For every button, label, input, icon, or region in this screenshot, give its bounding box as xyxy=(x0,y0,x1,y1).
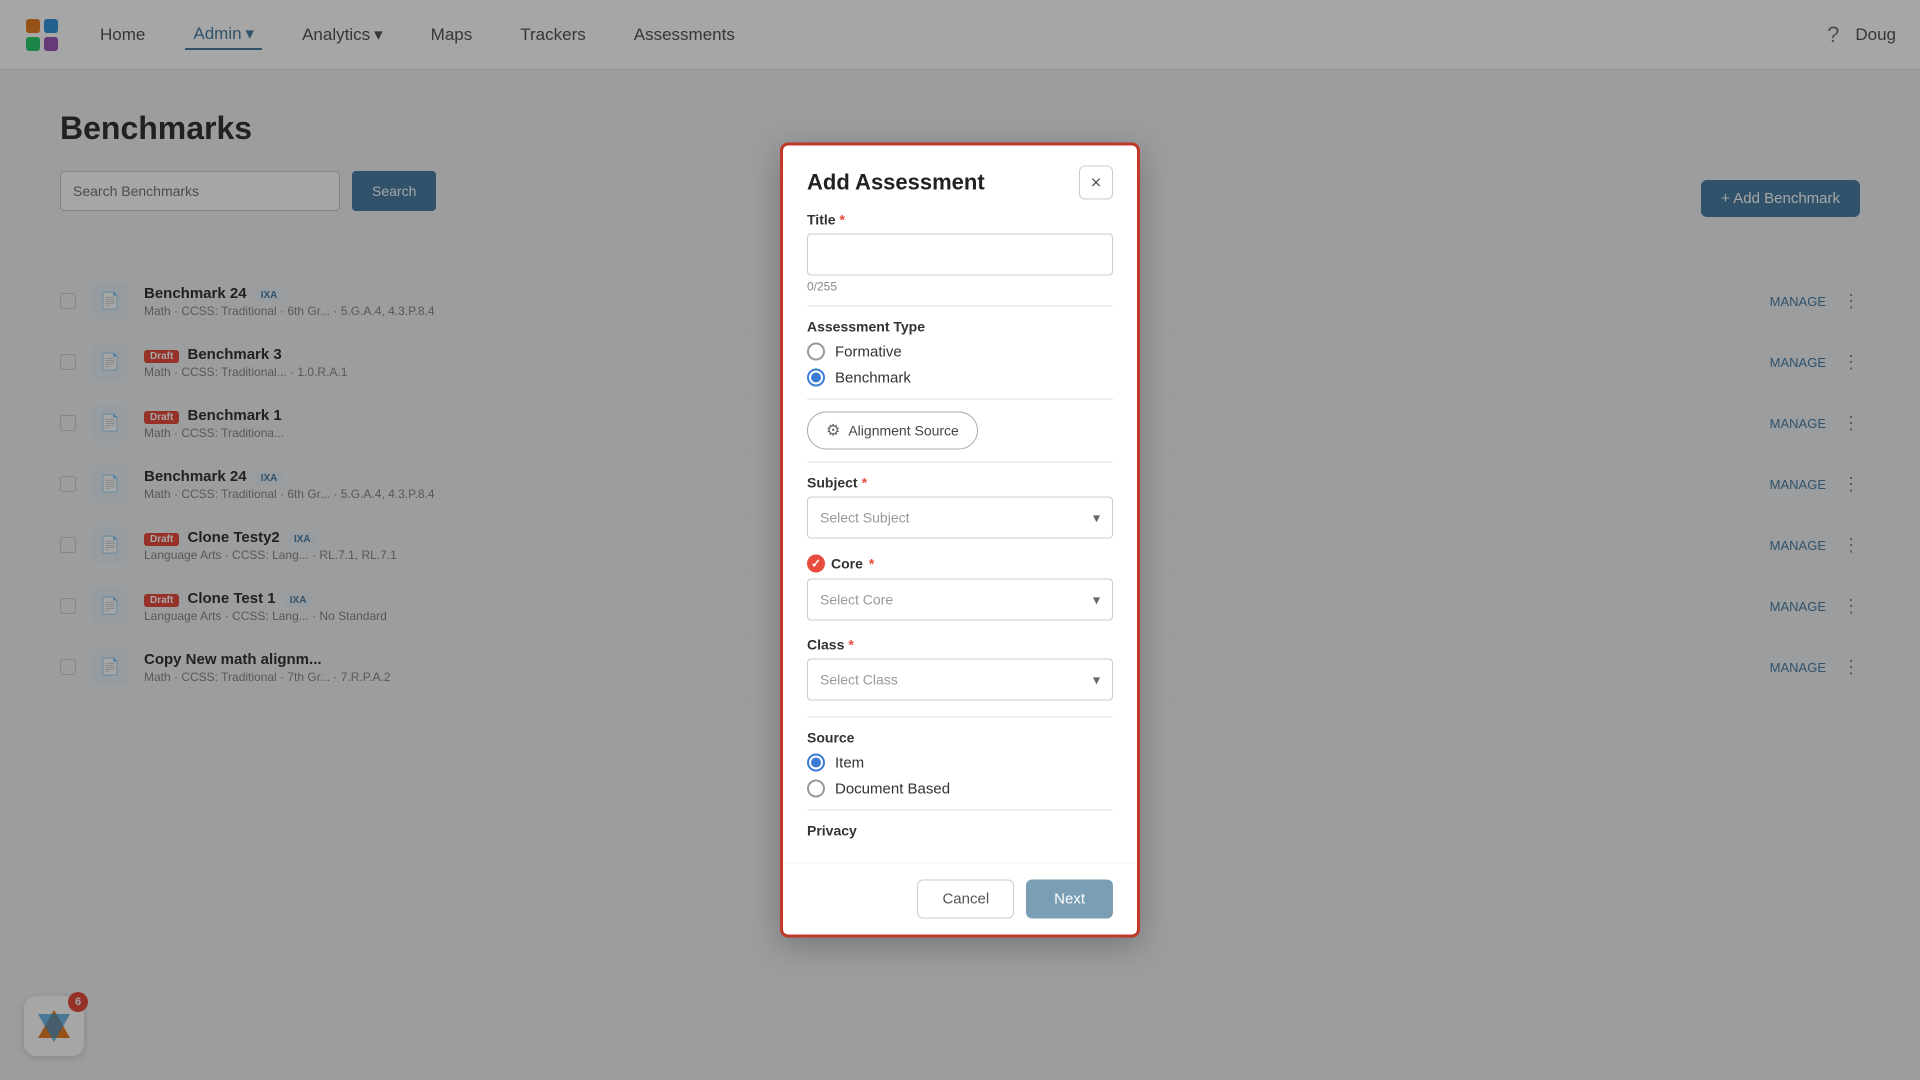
divider-5 xyxy=(807,810,1113,811)
title-field-group: Title * 0/255 xyxy=(807,212,1113,294)
cancel-button[interactable]: Cancel xyxy=(917,880,1014,919)
class-required-marker: * xyxy=(848,637,853,653)
next-button[interactable]: Next xyxy=(1026,880,1113,919)
title-required-marker: * xyxy=(840,212,845,228)
core-field-group: ✓ Core * Select Core ▾ xyxy=(807,555,1113,621)
core-chevron-icon: ▾ xyxy=(1093,591,1100,608)
subject-field-group: Subject * Select Subject ▾ xyxy=(807,475,1113,539)
divider-4 xyxy=(807,717,1113,718)
core-check-icon: ✓ xyxy=(807,555,825,573)
privacy-label: Privacy xyxy=(807,823,1113,839)
subject-required-marker: * xyxy=(862,475,867,491)
divider-3 xyxy=(807,462,1113,463)
subject-chevron-icon: ▾ xyxy=(1093,509,1100,526)
class-select[interactable]: Select Class ▾ xyxy=(807,659,1113,701)
class-chevron-icon: ▾ xyxy=(1093,671,1100,688)
add-assessment-modal: Add Assessment × Title * 0/255 Assessmen… xyxy=(780,143,1140,938)
gear-icon: ⚙ xyxy=(826,421,840,441)
assessment-type-label: Assessment Type xyxy=(807,319,1113,335)
assessment-type-section: Assessment Type Formative Benchmark xyxy=(807,319,1113,387)
radio-item-circle xyxy=(807,754,825,772)
title-label: Title * xyxy=(807,212,1113,228)
assessment-type-radio-group: Formative Benchmark xyxy=(807,343,1113,387)
divider-1 xyxy=(807,306,1113,307)
modal-footer: Cancel Next xyxy=(783,863,1137,935)
class-label: Class * xyxy=(807,637,1113,653)
source-radio-group: Item Document Based xyxy=(807,754,1113,798)
radio-formative-circle xyxy=(807,343,825,361)
title-input[interactable] xyxy=(807,234,1113,276)
source-label: Source xyxy=(807,730,1113,746)
modal-header: Add Assessment × xyxy=(783,146,1137,212)
subject-select[interactable]: Select Subject ▾ xyxy=(807,497,1113,539)
radio-benchmark[interactable]: Benchmark xyxy=(807,369,1113,387)
core-required-marker: * xyxy=(869,556,874,572)
class-field-group: Class * Select Class ▾ xyxy=(807,637,1113,701)
radio-benchmark-circle xyxy=(807,369,825,387)
char-count: 0/255 xyxy=(807,280,1113,294)
core-label: ✓ Core * xyxy=(807,555,1113,573)
radio-item-source[interactable]: Item xyxy=(807,754,1113,772)
divider-2 xyxy=(807,399,1113,400)
core-select[interactable]: Select Core ▾ xyxy=(807,579,1113,621)
subject-label: Subject * xyxy=(807,475,1113,491)
radio-document-circle xyxy=(807,780,825,798)
privacy-section: Privacy xyxy=(807,823,1113,839)
modal-title: Add Assessment xyxy=(807,170,985,196)
modal-body: Title * 0/255 Assessment Type Formative … xyxy=(783,212,1137,863)
radio-formative[interactable]: Formative xyxy=(807,343,1113,361)
radio-document-based[interactable]: Document Based xyxy=(807,780,1113,798)
alignment-source-button[interactable]: ⚙ Alignment Source xyxy=(807,412,978,450)
modal-close-button[interactable]: × xyxy=(1079,166,1113,200)
source-section: Source Item Document Based xyxy=(807,730,1113,798)
